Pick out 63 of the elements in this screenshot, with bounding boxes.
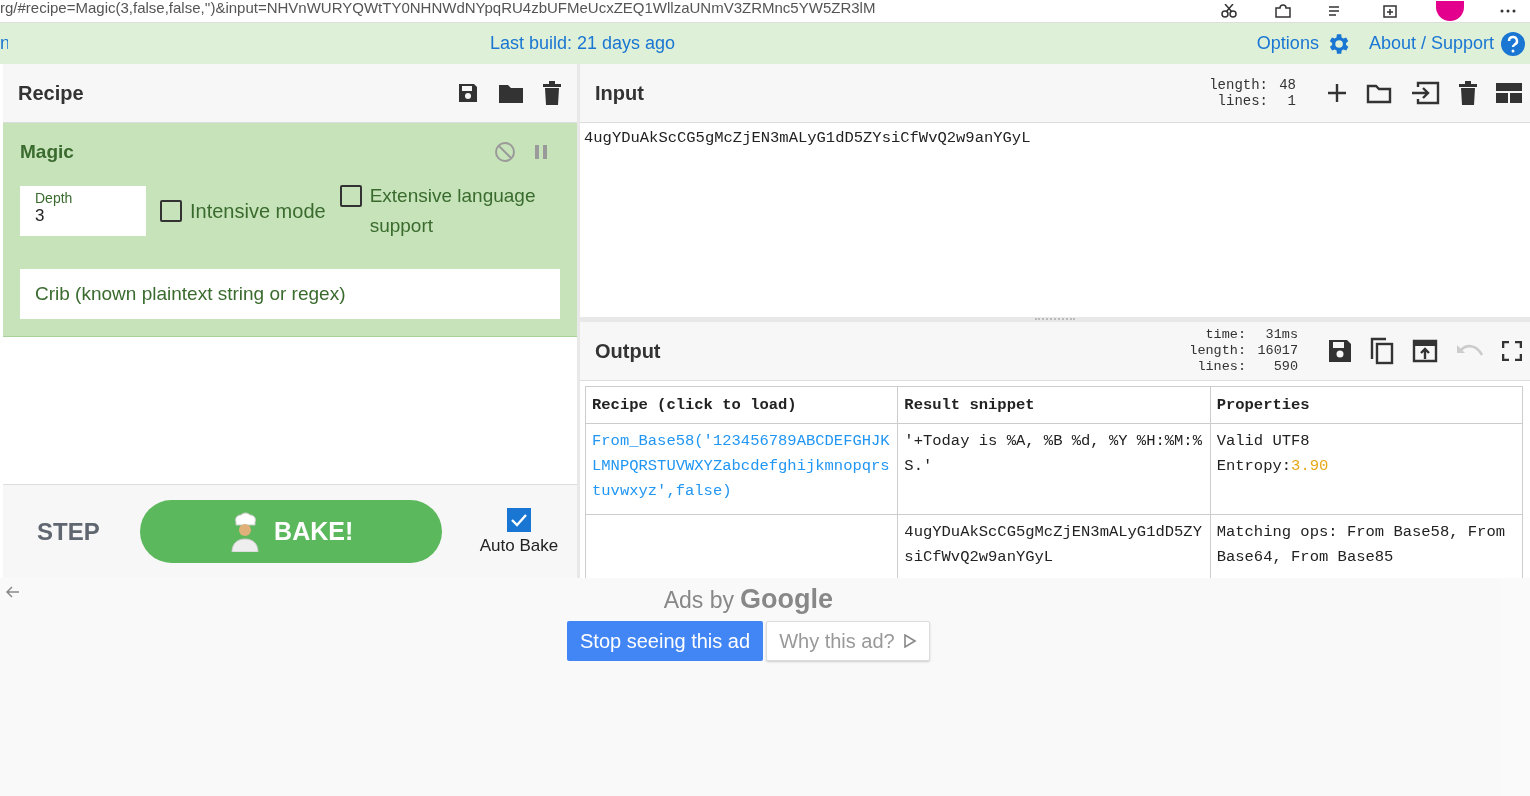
folder-icon[interactable] — [498, 82, 524, 104]
stat-value: 1 — [1286, 93, 1296, 109]
upload-icon[interactable] — [1412, 339, 1438, 363]
trash-icon[interactable] — [542, 81, 562, 105]
copy-icon[interactable] — [1370, 337, 1394, 365]
column-header: Result snippet — [897, 386, 1211, 424]
result-snippet: '+Today is %A, %B %d, %Y %H:%M:%S.' — [904, 432, 1202, 475]
layout-icon[interactable] — [1496, 83, 1522, 103]
auto-bake-label: Auto Bake — [479, 535, 559, 556]
input-text[interactable]: 4ugYDuAkScCG5gMcZjEN3mALyG1dD5ZYsiCfWvQ2w9anYGyL — [580, 123, 1530, 317]
add-tab-icon[interactable] — [1382, 4, 1400, 18]
input-title: Input — [595, 81, 644, 105]
checkbox-label: Extensive language support — [369, 184, 536, 238]
profile-avatar[interactable] — [1436, 1, 1464, 21]
stat-value: 16017 — [1256, 343, 1298, 359]
save-icon[interactable] — [456, 81, 480, 105]
stat-label: length: — [1209, 77, 1268, 93]
stat-value: 48 — [1278, 77, 1296, 93]
checkbox-label: Intensive mode — [190, 199, 326, 224]
column-header: Recipe (click to load) — [585, 386, 898, 424]
stat-label: lines: — [1197, 359, 1246, 375]
import-icon[interactable] — [1410, 81, 1440, 105]
stat-value: 590 — [1272, 359, 1298, 375]
recipe-title: Recipe — [18, 81, 84, 105]
stat-value: 31ms — [1264, 327, 1298, 343]
entropy-value: 3.90 — [1291, 457, 1329, 475]
output-title: Output — [595, 339, 661, 363]
help-icon[interactable] — [1500, 30, 1526, 57]
column-header: Properties — [1210, 386, 1523, 424]
folder-icon[interactable] — [1366, 82, 1392, 104]
save-icon[interactable] — [1328, 339, 1352, 363]
operation-name: Magic — [20, 141, 74, 163]
back-arrow-icon[interactable] — [6, 586, 20, 598]
scissors-icon[interactable] — [1220, 4, 1238, 18]
trash-icon[interactable] — [1458, 81, 1478, 105]
checkbox[interactable] — [339, 185, 362, 207]
property-text: Matching ops: From Base58, From Base64, From Base85 — [1216, 523, 1505, 566]
play-icon — [902, 634, 917, 648]
stat-label: time: — [1205, 327, 1246, 343]
banner-link[interactable]: n — [0, 33, 8, 54]
ads-by-label: Ads by — [663, 587, 735, 614]
add-icon[interactable] — [1326, 82, 1348, 104]
checkbox[interactable] — [160, 200, 182, 222]
crib-field[interactable]: Crib (known plaintext string or regex) — [20, 269, 560, 319]
ad-brand: Google — [740, 584, 834, 615]
depth-field[interactable]: Depth 3 — [20, 186, 146, 236]
why-ad-button[interactable]: Why this ad? — [766, 621, 930, 661]
checkmark-icon — [509, 512, 528, 527]
property-text: Entropy: — [1216, 457, 1292, 475]
result-snippet: 4ugYDuAkScCG5gMcZjEN3mALyG1dD5ZYsiCfWvQ2w9anYGyL — [904, 523, 1202, 566]
step-button[interactable]: STEP — [31, 517, 106, 546]
fullscreen-icon[interactable] — [1502, 341, 1522, 361]
stat-label: lines: — [1217, 93, 1268, 109]
more-icon[interactable] — [1500, 8, 1516, 14]
stop-ad-button[interactable]: Stop seeing this ad — [567, 621, 764, 661]
about-link[interactable]: About / Support — [1368, 33, 1494, 54]
auto-bake-checkbox[interactable] — [506, 507, 531, 532]
build-info: Last build: 21 days ago — [490, 33, 676, 54]
property-text: Valid UTF8 — [1216, 432, 1310, 450]
bake-button[interactable]: BAKE! — [139, 500, 442, 563]
resize-handle[interactable] — [1035, 317, 1075, 320]
stat-label: length: — [1189, 343, 1246, 359]
options-link[interactable]: Options — [1256, 33, 1319, 54]
